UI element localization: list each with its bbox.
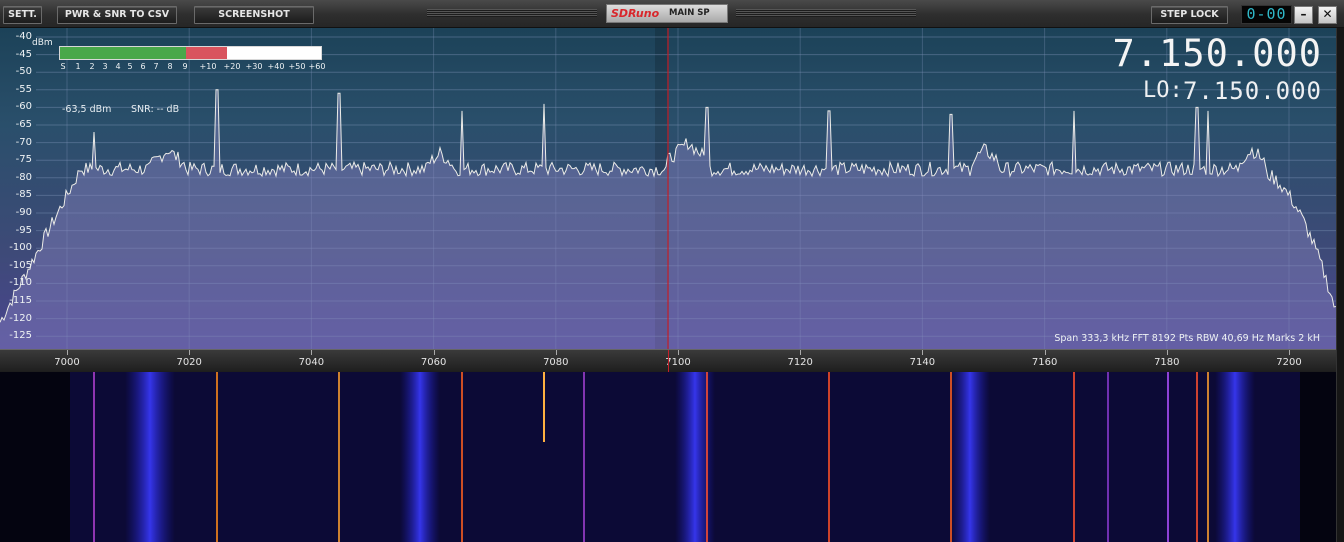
smeter-scale-label: 9	[182, 62, 188, 71]
freq-tick	[433, 350, 435, 355]
y-axis-label: -80	[15, 171, 32, 183]
drag-grip-left[interactable]	[427, 9, 597, 17]
frequency-display[interactable]: 7.150.000	[1113, 34, 1322, 74]
freq-tick	[311, 350, 313, 355]
smeter-scale-label: 1	[75, 62, 81, 71]
smeter-scale-label: 3	[102, 62, 108, 71]
freq-tick	[1289, 350, 1290, 355]
minimize-button[interactable]: –	[1294, 6, 1313, 24]
y-axis-label: -120	[9, 312, 32, 324]
smeter-scale-label: +60	[308, 62, 326, 71]
settings-button[interactable]: SETT.	[3, 6, 42, 24]
freq-tick	[800, 350, 802, 355]
step-lock-button[interactable]: STEP LOCK	[1151, 6, 1228, 24]
y-axis-label: -100	[9, 242, 32, 254]
y-axis-label: -50	[15, 66, 32, 78]
freq-tick-label: 7060	[420, 357, 447, 368]
freq-tick	[189, 350, 191, 355]
smeter-scale-label: 5	[127, 62, 133, 71]
y-axis-label: -105	[9, 259, 32, 271]
sdruno-logo: SDRuno	[611, 7, 660, 20]
smeter-scale-label: 4	[115, 62, 121, 71]
drag-grip-right[interactable]	[736, 9, 916, 17]
minimize-icon: –	[1300, 7, 1307, 21]
freq-tick	[555, 350, 557, 355]
snr-readout: SNR: -- dB	[131, 104, 180, 115]
axis-tuning-marker	[668, 350, 669, 372]
freq-tick-label: 7200	[1276, 357, 1302, 368]
waterfall-display[interactable]	[0, 372, 1336, 542]
y-axis-label: -70	[15, 136, 32, 148]
freq-tick-label: 7160	[1031, 357, 1058, 368]
brand-badge: SDRuno MAIN SP	[606, 4, 728, 23]
screenshot-button[interactable]: SCREENSHOT	[194, 6, 314, 24]
smeter-scale-label: +10	[199, 62, 217, 71]
s-meter-bar	[59, 46, 322, 60]
y-axis-label: -115	[9, 295, 32, 306]
s-meter-green-fill	[60, 47, 186, 59]
sdruno-window: SETT. PWR & SNR TO CSV SCREENSHOT SDRuno…	[0, 0, 1344, 542]
freq-tick	[678, 350, 679, 355]
smeter-scale-label: +20	[223, 62, 241, 71]
smeter-scale-label: 8	[167, 62, 173, 71]
y-axis-label: -60	[15, 101, 32, 113]
page-title: MAIN SP	[669, 8, 710, 18]
y-axis-label: -65	[15, 119, 32, 130]
counter-display: 0-00	[1241, 5, 1292, 24]
close-icon: ✕	[1322, 7, 1333, 21]
freq-tick-label: 7140	[909, 357, 936, 368]
waterfall-band	[950, 372, 990, 542]
lo-label: LO:	[1143, 78, 1183, 103]
s-meter-red-fill	[186, 47, 227, 59]
smeter-scale-label: S	[60, 62, 66, 71]
y-axis-label: -45	[15, 48, 32, 60]
smeter-scale-label: 7	[153, 62, 159, 71]
span-fft-info: Span 333,3 kHz FFT 8192 Pts RBW 40,69 Hz…	[1054, 333, 1320, 344]
y-axis-label: -125	[9, 330, 32, 342]
smeter-scale-label: +40	[267, 62, 285, 71]
freq-tick	[1044, 350, 1046, 355]
y-axis-label: -40	[15, 31, 32, 42]
freq-tick-label: 7180	[1154, 357, 1180, 368]
dbm-unit-label: dBm	[32, 38, 53, 48]
freq-tick-label: 7040	[298, 357, 325, 368]
freq-tick	[922, 350, 924, 355]
y-axis-label: -90	[15, 207, 32, 218]
freq-tick-label: 7080	[543, 357, 569, 368]
lo-frequency-display[interactable]: 7.150.000	[1183, 78, 1322, 104]
freq-tick-label: 7000	[54, 357, 80, 368]
freq-tick	[1166, 350, 1168, 355]
waterfall-band	[675, 372, 715, 542]
y-axis-label: -75	[15, 154, 32, 166]
frequency-axis[interactable]: 7000 7020 7040 7060 7080 7100 7120 7140 7160 7180…	[0, 349, 1336, 373]
y-axis-label: -95	[15, 224, 32, 236]
smeter-scale-label: 6	[140, 62, 146, 71]
smeter-scale-label: +30	[245, 62, 263, 71]
y-axis-label: -55	[15, 83, 32, 95]
signal-level-readout: -63,5 dBm	[62, 104, 112, 115]
freq-tick-label: 7020	[176, 357, 202, 368]
close-button[interactable]: ✕	[1318, 6, 1337, 24]
vertical-scrollbar[interactable]	[1336, 28, 1344, 542]
spectrum-trace	[0, 28, 1336, 349]
waterfall-band	[400, 372, 440, 542]
freq-tick	[67, 350, 68, 355]
y-axis-label: -85	[15, 189, 32, 201]
waterfall-band	[1215, 372, 1255, 542]
waterfall-canvas	[70, 372, 1300, 542]
smeter-scale-label: +50	[288, 62, 306, 71]
waterfall-band	[125, 372, 175, 542]
y-axis-label: -110	[9, 277, 32, 289]
pwr-snr-csv-button[interactable]: PWR & SNR TO CSV	[57, 6, 177, 24]
smeter-scale-label: 2	[89, 62, 95, 71]
spectrum-display[interactable]: -40 -45 -50 -55 -60 -65 -70 -75 -80 -85 -90 -95 -100…	[0, 28, 1336, 349]
freq-tick-label: 7120	[787, 357, 813, 368]
toolbar: SETT. PWR & SNR TO CSV SCREENSHOT SDRuno…	[0, 0, 1344, 28]
freq-tick-label: 7100	[665, 357, 691, 368]
